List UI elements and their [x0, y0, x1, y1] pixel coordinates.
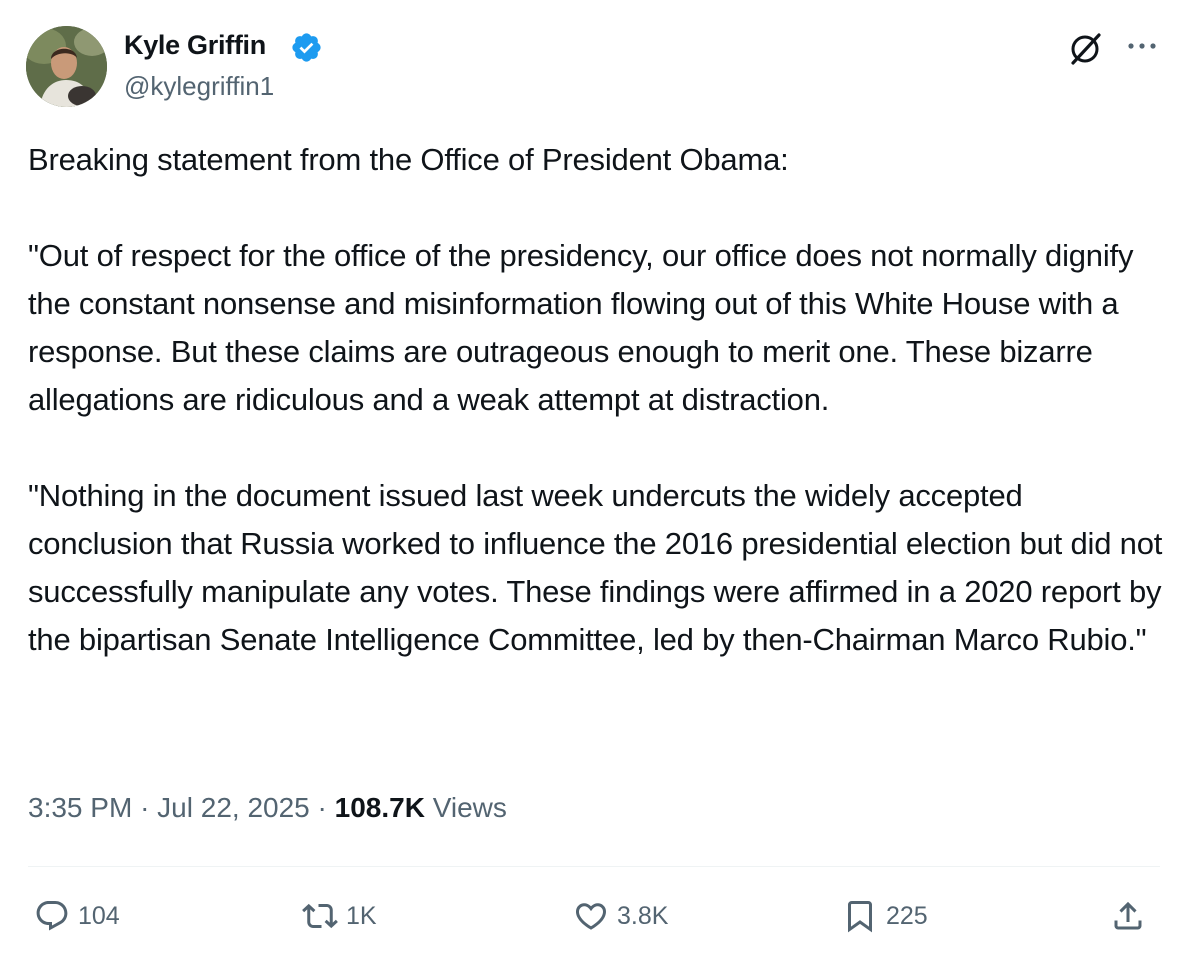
tweet-paragraph-2: "Out of respect for the office of the pr…	[28, 238, 1134, 417]
bookmark-icon	[848, 901, 872, 933]
share-button[interactable]	[1110, 892, 1146, 940]
views-count[interactable]: 108.7K	[335, 792, 425, 823]
like-button[interactable]: 3.8K	[573, 892, 668, 940]
tweet-card: Kyle Griffin @kylegriffin1 Breaking stat…	[0, 0, 1188, 954]
views-label: Views	[432, 792, 507, 823]
tweet-meta: 3:35 PM · Jul 22, 2025 · 108.7K Views	[28, 792, 507, 824]
reply-count: 104	[78, 901, 120, 930]
tweet-time[interactable]: 3:35 PM	[28, 792, 132, 823]
share-icon	[1114, 901, 1142, 930]
meta-separator: ·	[317, 792, 327, 823]
grok-icon[interactable]	[1066, 28, 1106, 68]
tweet-text: Breaking statement from the Office of Pr…	[28, 136, 1164, 664]
author-display-name[interactable]: Kyle Griffin	[124, 30, 266, 61]
author-handle[interactable]: @kylegriffin1	[124, 71, 274, 102]
reply-icon	[36, 901, 68, 931]
repost-count: 1K	[346, 901, 377, 930]
meta-separator: ·	[140, 792, 150, 823]
more-icon[interactable]	[1124, 28, 1160, 64]
heart-icon	[575, 903, 607, 930]
like-count: 3.8K	[617, 901, 669, 930]
reply-button[interactable]: 104	[34, 892, 120, 940]
verified-badge-icon	[292, 33, 321, 62]
tweet-paragraph-3: "Nothing in the document issued last wee…	[28, 478, 1163, 657]
bookmark-count: 225	[886, 901, 928, 930]
tweet-date[interactable]: Jul 22, 2025	[157, 792, 310, 823]
repost-button[interactable]: 1K	[302, 892, 377, 940]
repost-icon	[302, 903, 338, 929]
avatar[interactable]	[26, 26, 107, 107]
tweet-paragraph-1: Breaking statement from the Office of Pr…	[28, 142, 789, 177]
bookmark-button[interactable]: 225	[842, 892, 928, 940]
divider	[28, 866, 1160, 867]
